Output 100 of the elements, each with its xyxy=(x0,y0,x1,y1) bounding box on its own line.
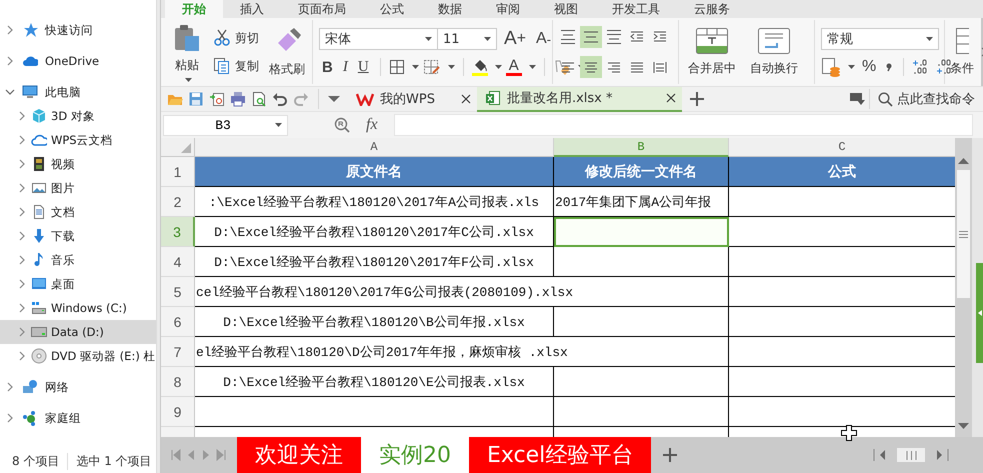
conditional-format-button[interactable]: 条件 xyxy=(947,24,977,80)
table-cell[interactable]: D:\Excel经验平台教程\180120\B公司年报.xlsx xyxy=(195,307,554,337)
chevron-right-icon[interactable] xyxy=(17,351,27,361)
close-icon[interactable] xyxy=(666,93,676,103)
table-cell[interactable]: D:\Excel经验平台教程\180120\2017年F公司.xlsx xyxy=(195,247,554,277)
sheet-tab[interactable]: 实例20 xyxy=(361,437,469,473)
sheet-tab[interactable]: Excel经验平台 xyxy=(469,437,652,473)
menu-tab[interactable]: 公式 xyxy=(363,0,421,18)
chevron-right-icon[interactable] xyxy=(17,183,27,193)
tree-item[interactable]: 快速访问 xyxy=(0,18,156,42)
italic-button[interactable]: I xyxy=(340,58,351,76)
tree-item[interactable]: 文档 xyxy=(0,200,156,224)
cut-button[interactable]: 剪切 xyxy=(213,29,259,47)
command-search[interactable]: 点此查找命令 xyxy=(874,90,983,108)
scroll-down-icon[interactable] xyxy=(958,423,969,429)
row-header[interactable]: 2 xyxy=(161,187,195,217)
row-header[interactable]: 1 xyxy=(161,157,195,187)
row-header[interactable]: 5 xyxy=(161,277,195,307)
close-icon[interactable] xyxy=(460,94,471,104)
menu-tab[interactable]: 云服务 xyxy=(677,0,747,18)
table-cell[interactable]: cel经验平台教程\180120\2017年G公司报表(2080109).xlsx xyxy=(195,277,729,307)
header-cell[interactable]: 公式 xyxy=(729,157,955,187)
row-header[interactable]: 6 xyxy=(161,307,195,337)
tree-item[interactable]: 视频 xyxy=(0,152,156,176)
table-cell[interactable]: D:\Excel经验平台教程\180120\E公司报表.xlsx xyxy=(195,367,554,397)
number-format-dropdown[interactable]: 常规 xyxy=(821,28,939,50)
bold-button[interactable]: B xyxy=(319,58,336,76)
chevron-right-icon[interactable] xyxy=(17,327,27,337)
sheet-tab[interactable]: 欢迎关注 xyxy=(237,437,361,473)
insert-function-button[interactable]: fx xyxy=(360,116,384,134)
wrap-text-button[interactable]: 自动换行 xyxy=(747,24,801,80)
row-header[interactable]: 4 xyxy=(161,247,195,277)
menu-tab[interactable]: 数据 xyxy=(421,0,479,18)
tree-item[interactable]: 网络 xyxy=(0,375,156,399)
tree-item[interactable]: Data (D:) xyxy=(0,320,156,344)
table-cell[interactable] xyxy=(554,367,729,397)
scroll-up-icon[interactable] xyxy=(958,158,969,164)
column-header[interactable]: C xyxy=(729,138,955,157)
scrollbar-thumb[interactable] xyxy=(957,170,970,298)
underline-button[interactable]: U xyxy=(354,58,372,76)
align-middle-button[interactable] xyxy=(580,26,602,48)
row-header[interactable]: 8 xyxy=(161,367,195,397)
print-icon[interactable] xyxy=(230,91,246,107)
merge-center-button[interactable]: 合并居中 xyxy=(685,24,739,80)
tree-item[interactable]: 3D 对象 xyxy=(0,104,156,128)
menu-tab[interactable]: 页面布局 xyxy=(281,0,363,18)
table-cell[interactable]: D:\Excel经验平台教程\180120\2017年C公司.xlsx xyxy=(195,217,554,247)
border-icon[interactable] xyxy=(388,59,405,75)
font-color-button[interactable]: A xyxy=(506,58,522,76)
menu-tab[interactable]: 视图 xyxy=(537,0,595,18)
chevron-down-icon[interactable] xyxy=(5,87,15,97)
chevron-right-icon[interactable] xyxy=(5,25,15,35)
tree-item[interactable]: OneDrive xyxy=(0,49,156,73)
tree-item[interactable]: 音乐 xyxy=(0,248,156,272)
save-icon[interactable] xyxy=(188,91,204,107)
chevron-right-icon[interactable] xyxy=(17,207,27,217)
menu-tab[interactable]: 开发工具 xyxy=(595,0,677,18)
zoom-icon[interactable] xyxy=(334,117,350,133)
tree-item[interactable]: Windows (C:) xyxy=(0,296,156,320)
chevron-right-icon[interactable] xyxy=(17,279,27,289)
column-header[interactable]: A xyxy=(195,138,554,157)
table-cell[interactable]: :\Excel经验平台教程\180120\2017年A公司报表.xls xyxy=(195,187,554,217)
chevron-right-icon[interactable] xyxy=(17,231,27,241)
formula-input[interactable] xyxy=(394,114,973,136)
side-panel-toggle[interactable] xyxy=(976,263,983,363)
tree-item[interactable]: 家庭组 xyxy=(0,406,156,430)
scrollbar-thumb[interactable] xyxy=(897,448,925,462)
table-cell[interactable] xyxy=(554,307,729,337)
table-cell[interactable]: el经验平台教程\180120\D公司2017年年报，麻烦审核 .xlsx xyxy=(195,337,729,367)
chevron-right-icon[interactable] xyxy=(5,413,15,423)
filter-icon[interactable] xyxy=(849,92,865,106)
document-tab[interactable]: 批量改名用.xlsx * xyxy=(476,86,682,112)
format-painter-button[interactable]: 格式刷 xyxy=(267,24,307,80)
tree-item[interactable]: 桌面 xyxy=(0,272,156,296)
fill-color-icon[interactable] xyxy=(472,58,488,76)
table-cell[interactable] xyxy=(554,247,729,277)
document-tab[interactable]: 我的WPS xyxy=(348,86,477,112)
chevron-right-icon[interactable] xyxy=(17,111,27,121)
print-preview-icon[interactable] xyxy=(251,91,267,107)
table-cell[interactable] xyxy=(554,217,729,247)
tree-item[interactable]: DVD 驱动器 (E:) 杜 xyxy=(0,344,156,368)
eraser-icon[interactable] xyxy=(552,58,571,76)
table-border-icon[interactable] xyxy=(422,59,441,75)
dropdown-icon[interactable] xyxy=(328,95,340,103)
percent-button[interactable]: % xyxy=(859,58,880,76)
paste-button[interactable]: 粘贴 xyxy=(169,24,205,80)
align-center-button[interactable] xyxy=(580,56,602,78)
chevron-right-icon[interactable] xyxy=(5,56,15,66)
scroll-left-icon[interactable] xyxy=(873,449,887,461)
chevron-right-icon[interactable] xyxy=(5,382,15,392)
copy-button[interactable]: 复制 xyxy=(213,57,259,75)
tree-item[interactable]: 下载 xyxy=(0,224,156,248)
table-cell[interactable] xyxy=(195,397,554,427)
menu-tab[interactable]: 审阅 xyxy=(479,0,537,18)
header-cell[interactable]: 修改后统一文件名 xyxy=(554,157,729,187)
chevron-right-icon[interactable] xyxy=(17,135,27,145)
chevron-right-icon[interactable] xyxy=(17,303,27,313)
scroll-right-icon[interactable] xyxy=(935,449,949,461)
tree-item[interactable]: WPS云文档 xyxy=(0,128,156,152)
table-cell[interactable] xyxy=(554,397,729,427)
